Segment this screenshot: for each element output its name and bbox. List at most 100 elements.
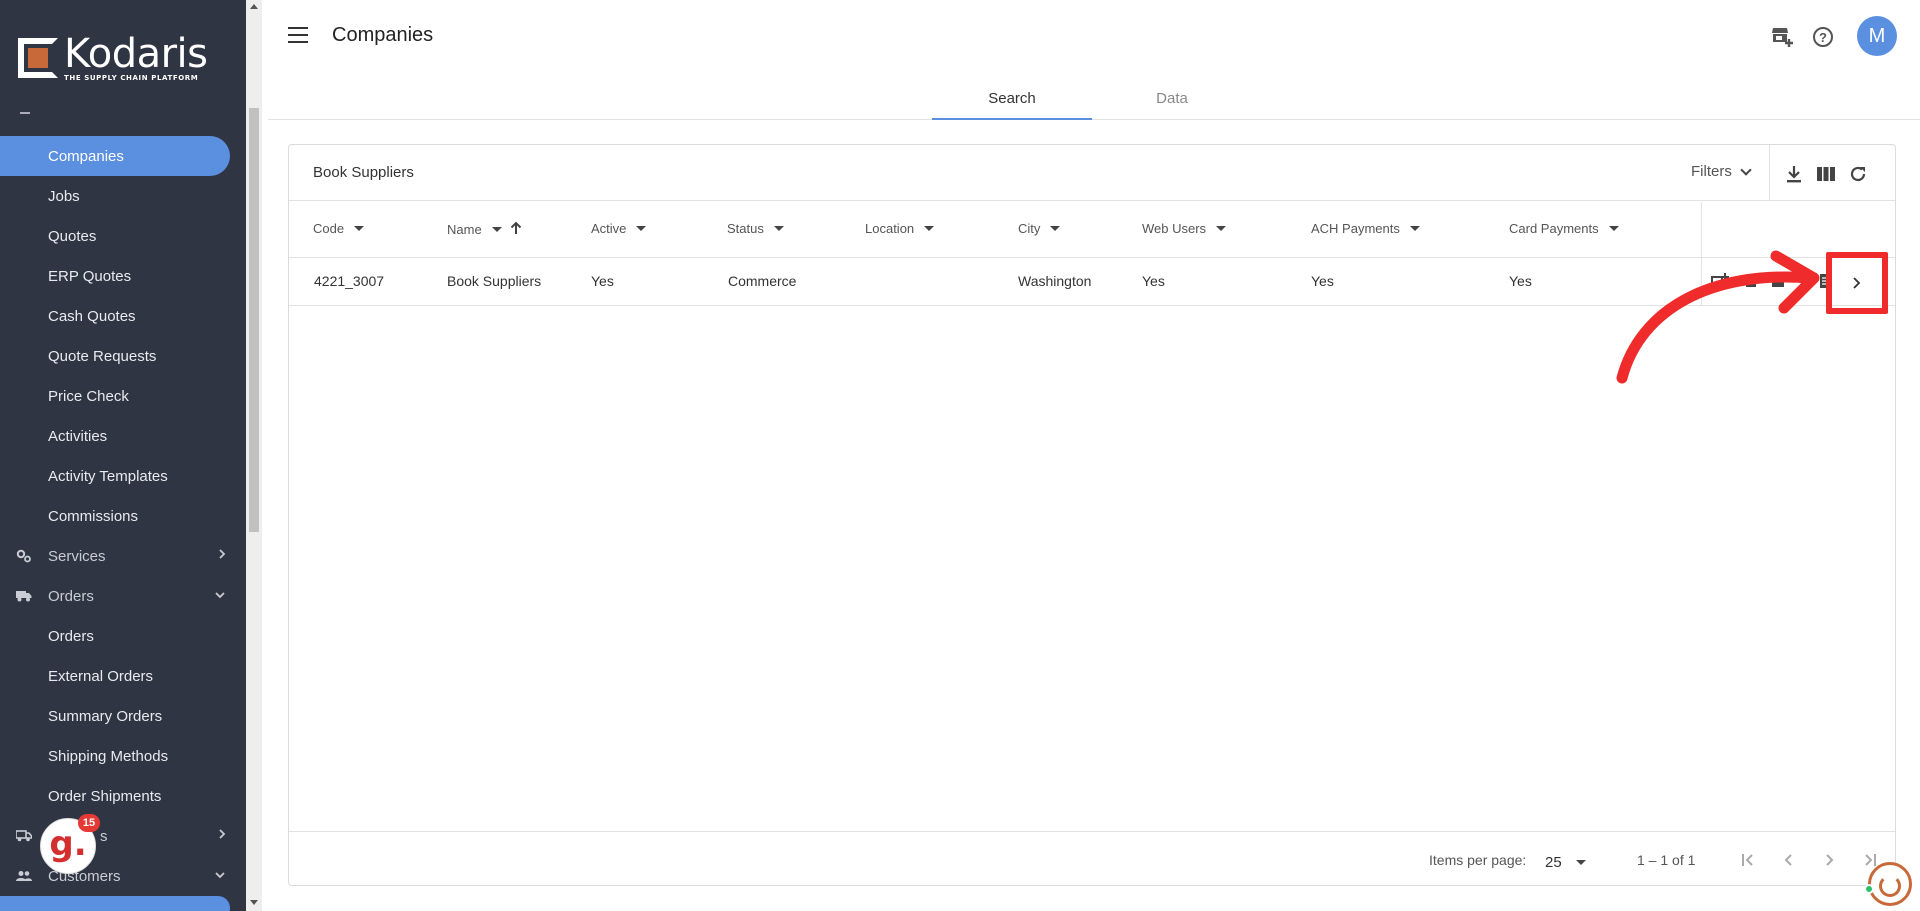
column-header-ach-payments[interactable]: ACH Payments — [1311, 221, 1420, 236]
chevron-right-icon — [1853, 277, 1861, 289]
column-header-code[interactable]: Code — [313, 221, 365, 236]
sidebar-scrollbar[interactable] — [246, 0, 262, 911]
caret-down-icon — [773, 226, 784, 231]
sidebar-group-orders[interactable]: Orders — [0, 576, 246, 616]
sidebar-item-summary-orders[interactable]: Summary Orders — [0, 696, 246, 736]
refresh-icon[interactable] — [1847, 163, 1869, 185]
sidebar-item-label: Quotes — [48, 227, 97, 245]
items-per-page-value: 25 — [1545, 853, 1562, 871]
user-avatar[interactable]: M — [1857, 16, 1897, 56]
chevron-down-icon — [214, 588, 226, 602]
columns-icon[interactable] — [1815, 163, 1837, 185]
sidebar-group-customers[interactable]: Customers — [0, 856, 246, 896]
previous-page-button[interactable] — [1777, 848, 1801, 872]
sidebar-item-commissions[interactable]: Commissions — [0, 496, 246, 536]
document-icon[interactable] — [1819, 272, 1837, 290]
tab-search[interactable]: Search — [932, 76, 1092, 120]
chevron-down-icon — [214, 868, 226, 882]
truck-icon — [16, 588, 32, 604]
truck-icon — [16, 828, 32, 844]
sidebar-item-quote-requests[interactable]: Quote Requests — [0, 336, 246, 376]
notification-badge: 15 — [78, 814, 100, 832]
chat-support-icon[interactable] — [1868, 862, 1912, 906]
column-header-city[interactable]: City — [1018, 221, 1061, 236]
caret-down-icon — [354, 226, 365, 231]
gears-icon — [16, 548, 32, 564]
column-header-active[interactable]: Active — [591, 221, 647, 236]
column-header-name[interactable]: Name — [447, 221, 522, 238]
people-icon — [16, 868, 32, 884]
sidebar-item-label: Activity Templates — [48, 467, 168, 485]
sidebar-item-shipping-methods[interactable]: Shipping Methods — [0, 736, 246, 776]
column-label: Code — [313, 221, 345, 236]
scroll-down-arrow-icon[interactable] — [250, 900, 258, 905]
sidebar-item-jobs[interactable]: Jobs — [0, 176, 246, 216]
sidebar-item-order-shipments[interactable]: Order Shipments — [0, 776, 246, 816]
column-label: Location — [865, 221, 915, 236]
add-item-icon[interactable] — [1745, 272, 1763, 290]
sidebar-item-erp-quotes[interactable]: ERP Quotes — [0, 256, 246, 296]
divider — [1701, 258, 1702, 306]
app-header: Companies ? M Search Data — [268, 0, 1920, 120]
column-header-location[interactable]: Location — [865, 221, 935, 236]
sidebar-item-price-check[interactable]: Price Check — [0, 376, 246, 416]
add-note-icon[interactable] — [1711, 272, 1729, 290]
brand-tagline: THE SUPPLY CHAIN PLATFORM — [64, 74, 199, 82]
table-row[interactable]: 4221_3007 Book Suppliers Yes Commerce Wa… — [289, 258, 1895, 306]
table-header: Code Name Active Status Location City We… — [289, 202, 1895, 258]
column-label: ACH Payments — [1311, 221, 1400, 236]
sidebar-item-partial-active[interactable] — [0, 896, 230, 911]
chevron-left-icon — [1784, 854, 1792, 866]
sidebar-item-label: Order Shipments — [48, 787, 162, 805]
add-store-icon[interactable] — [1770, 24, 1796, 50]
kodaris-logo[interactable]: Kodaris THE SUPPLY CHAIN PLATFORM — [18, 31, 208, 82]
card-header: Book Suppliers Filters — [289, 145, 1895, 201]
page-title: Companies — [332, 24, 434, 46]
row-expand-button[interactable] — [1846, 270, 1868, 296]
tab-data[interactable]: Data — [1092, 76, 1252, 120]
caret-down-icon — [1575, 859, 1586, 865]
items-per-page-select[interactable]: 25 — [1545, 851, 1605, 873]
sidebar-item-label: External Orders — [48, 667, 154, 685]
brand-name: Kodaris — [64, 31, 208, 77]
results-card: Book Suppliers Filters Code Name Active … — [288, 144, 1896, 886]
tab-bar: Search Data — [932, 76, 1252, 120]
sidebar-group-shipments[interactable]: s — [0, 816, 246, 856]
sidebar-item-orders[interactable]: Orders — [0, 616, 246, 656]
menu-toggle-button[interactable] — [288, 27, 310, 47]
sidebar-item-cash-quotes[interactable]: Cash Quotes — [0, 296, 246, 336]
tab-label: Search — [988, 89, 1036, 107]
sort-ascending-icon — [510, 221, 522, 238]
column-header-card-payments[interactable]: Card Payments — [1509, 221, 1619, 236]
column-header-status[interactable]: Status — [727, 221, 784, 236]
sidebar-group-label: Orders — [48, 587, 94, 605]
scrollbar-thumb[interactable] — [249, 108, 259, 532]
caret-down-icon — [1608, 226, 1619, 231]
edit-icon[interactable] — [1771, 272, 1789, 290]
sidebar-group-services[interactable]: Services — [0, 536, 246, 576]
first-page-button[interactable] — [1737, 848, 1761, 872]
cell-web-users: Yes — [1142, 273, 1165, 289]
cell-active: Yes — [591, 273, 614, 289]
download-icon[interactable] — [1783, 163, 1805, 185]
column-label: Web Users — [1142, 221, 1207, 236]
sidebar-group-label: s — [100, 827, 108, 845]
card-title: Book Suppliers — [313, 164, 414, 181]
column-label: Name — [447, 222, 482, 237]
scroll-up-arrow-icon[interactable] — [250, 4, 258, 9]
column-header-web-users[interactable]: Web Users — [1142, 221, 1227, 236]
sidebar-item-quotes[interactable]: Quotes — [0, 216, 246, 256]
sidebar-group-label: Services — [48, 547, 106, 565]
caret-down-icon — [491, 227, 502, 232]
sidebar-item-companies[interactable]: Companies — [0, 136, 230, 176]
sidebar-item-activity-templates[interactable]: Activity Templates — [0, 456, 246, 496]
sidebar-item-activities[interactable]: Activities — [0, 416, 246, 456]
tab-label: Data — [1156, 89, 1188, 107]
chevron-right-icon — [218, 548, 226, 563]
help-icon[interactable]: ? — [1810, 24, 1836, 50]
sidebar-item-label: Price Check — [48, 387, 129, 405]
filters-button[interactable]: Filters — [1691, 163, 1752, 180]
next-page-button[interactable] — [1817, 848, 1841, 872]
sidebar-item-external-orders[interactable]: External Orders — [0, 656, 246, 696]
sidebar-item-label: Shipping Methods — [48, 747, 169, 765]
